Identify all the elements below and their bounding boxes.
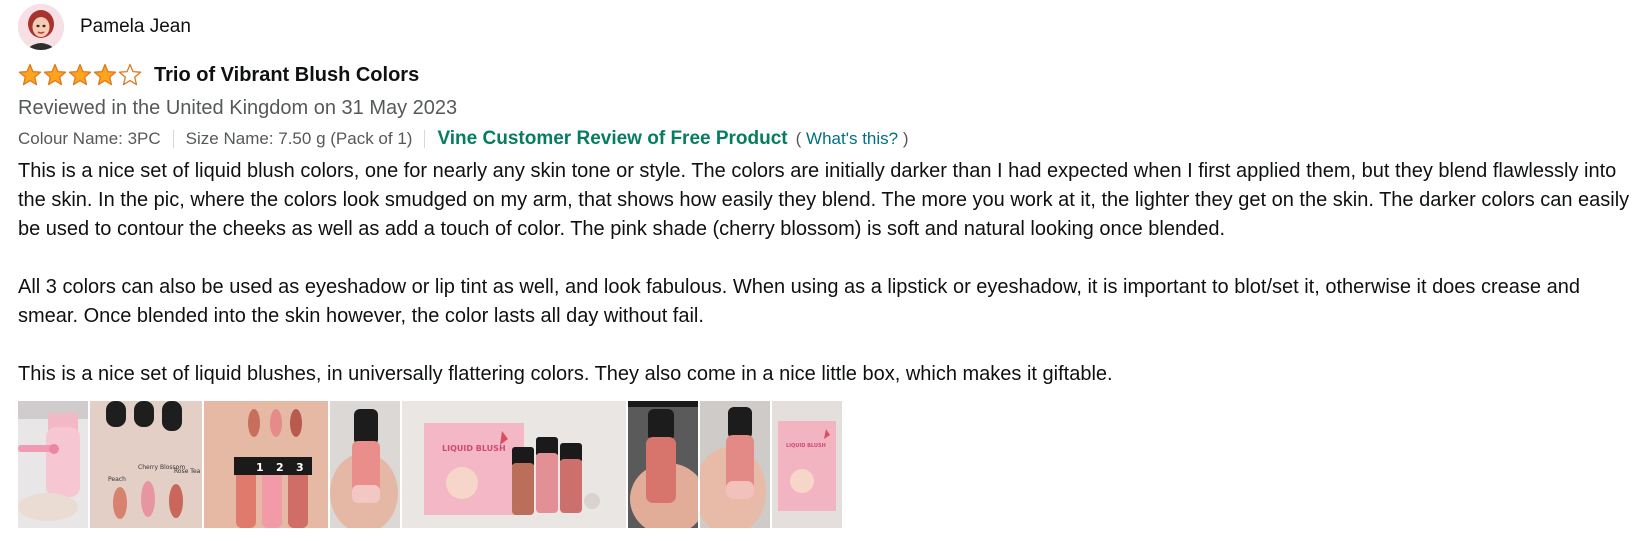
star-filled-icon (93, 63, 117, 86)
avatar[interactable] (18, 4, 64, 50)
review-image-thumbnail[interactable]: LIQUID BLUSH (402, 401, 626, 528)
divider (424, 130, 426, 148)
reviewer-profile[interactable]: Pamela Jean (18, 2, 1633, 52)
size-name[interactable]: Size Name: 7.50 g (Pack of 1) (186, 129, 413, 149)
paren-close: ) (902, 129, 909, 148)
customer-review: Pamela Jean Trio of Vibrant Blush Colors… (18, 0, 1633, 528)
whats-this-wrapper: ( What's this? ) (796, 129, 909, 149)
star-filled-icon (68, 63, 92, 86)
review-image-thumbnail[interactable] (700, 401, 770, 528)
review-paragraph: This is a nice set of liquid blushes, in… (18, 363, 1113, 385)
review-format-strip: Colour Name: 3PC Size Name: 7.50 g (Pack… (18, 125, 1633, 153)
review-paragraph: All 3 colors can also be used as eyeshad… (18, 276, 1580, 327)
whats-this-link[interactable]: What's this? (806, 129, 898, 148)
divider (172, 130, 174, 148)
swatch-label: Rose Tea (174, 468, 201, 475)
review-image-thumbnail[interactable] (18, 401, 88, 528)
bottle-number: 3 (296, 461, 304, 474)
review-image-thumbnail[interactable] (330, 401, 400, 528)
review-body: This is a nice set of liquid blush color… (18, 157, 1630, 389)
bottle-number: 2 (276, 461, 284, 474)
review-date: Reviewed in the United Kingdom on 31 May… (18, 97, 458, 119)
star-empty-icon (118, 63, 142, 86)
review-image-gallery: Cherry Blossom Rose Tea Peach 1 2 3 LIQU… (18, 401, 1633, 528)
bottle-number: 1 (256, 461, 264, 474)
review-title[interactable]: Trio of Vibrant Blush Colors (154, 64, 419, 87)
paren-open: ( (795, 129, 802, 148)
box-label: LIQUID BLUSH (786, 443, 826, 449)
review-image-thumbnail[interactable] (628, 401, 698, 528)
swatch-label: Peach (108, 476, 126, 483)
vine-badge: Vine Customer Review of Free Product (437, 128, 788, 149)
review-paragraph: This is a nice set of liquid blush color… (18, 160, 1630, 240)
review-image-thumbnail[interactable]: 1 2 3 (204, 401, 328, 528)
colour-name[interactable]: Colour Name: 3PC (18, 129, 161, 149)
star-filled-icon (43, 63, 67, 86)
star-filled-icon (18, 63, 42, 86)
box-label: LIQUID BLUSH (442, 444, 506, 453)
review-image-thumbnail[interactable]: Cherry Blossom Rose Tea Peach (90, 401, 202, 528)
review-image-thumbnail[interactable]: LIQUID BLUSH (772, 401, 842, 528)
review-title-row: Trio of Vibrant Blush Colors (18, 59, 1633, 91)
reviewer-name[interactable]: Pamela Jean (80, 16, 191, 38)
star-rating[interactable] (18, 63, 142, 87)
